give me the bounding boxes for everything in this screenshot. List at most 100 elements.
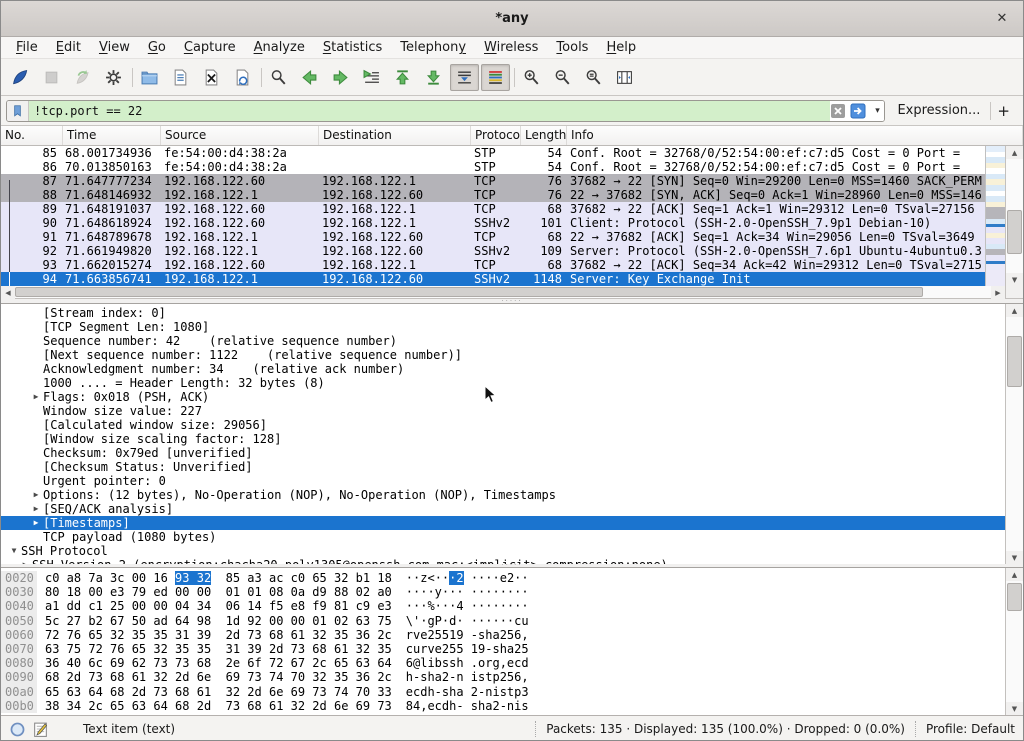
bookmark-icon[interactable] xyxy=(7,101,29,121)
hex-row[interactable]: 009068 2d 73 68 61 32 2d 6e 69 73 74 70 … xyxy=(1,670,1005,684)
menu-view[interactable]: View xyxy=(90,38,139,57)
detail-row[interactable]: Window size value: 227 xyxy=(1,404,1005,418)
detail-row[interactable]: Acknowledgment number: 34 (relative ack … xyxy=(1,362,1005,376)
column-header-time[interactable]: Time xyxy=(63,126,161,145)
expander-closed-icon[interactable]: ▶ xyxy=(29,488,43,502)
detail-row[interactable]: ▶[Timestamps] xyxy=(1,516,1005,530)
capture-comment-icon[interactable] xyxy=(32,721,49,738)
scroll-thumb[interactable] xyxy=(1007,583,1022,611)
expander-closed-icon[interactable]: ▶ xyxy=(29,502,43,516)
go-forward-icon[interactable] xyxy=(326,64,355,91)
packet-list-hscrollbar[interactable]: ◀ ▶ xyxy=(1,286,1023,299)
expander-closed-icon[interactable]: ▶ xyxy=(29,390,43,404)
packet-row[interactable]: 9071.648618924192.168.122.60192.168.122.… xyxy=(1,216,985,230)
go-last-icon[interactable] xyxy=(419,64,448,91)
hex-row[interactable]: 006072 76 65 32 35 35 31 39 2d 73 68 61 … xyxy=(1,628,1005,642)
add-filter-button[interactable]: + xyxy=(990,102,1018,120)
zoom-original-icon[interactable] xyxy=(579,64,608,91)
auto-scroll-icon[interactable] xyxy=(450,64,479,91)
column-header-info[interactable]: Info xyxy=(567,126,1023,145)
detail-row[interactable]: Sequence number: 42 (relative sequence n… xyxy=(1,334,1005,348)
close-file-icon[interactable] xyxy=(197,64,226,91)
scroll-up-icon[interactable]: ▲ xyxy=(1006,304,1023,317)
scroll-down-icon[interactable]: ▼ xyxy=(1006,702,1023,715)
detail-row[interactable]: Checksum: 0x79ed [unverified] xyxy=(1,446,1005,460)
scroll-up-icon[interactable]: ▲ xyxy=(1006,146,1023,159)
column-header-length[interactable]: Length xyxy=(521,126,567,145)
hscroll-thumb[interactable] xyxy=(15,287,923,297)
hex-row[interactable]: 0040a1 dd c1 25 00 00 04 34 06 14 f5 e8 … xyxy=(1,599,1005,613)
intelligent-scrollbar-minimap[interactable] xyxy=(985,146,1005,286)
go-first-icon[interactable] xyxy=(388,64,417,91)
packet-row[interactable]: 9471.663856741192.168.122.1192.168.122.6… xyxy=(1,272,985,286)
hex-row[interactable]: 00a065 63 64 68 2d 73 68 61 32 2d 6e 69 … xyxy=(1,685,1005,699)
expander-closed-icon[interactable]: ▶ xyxy=(29,516,43,530)
capture-options-icon[interactable] xyxy=(99,64,128,91)
expression-button[interactable]: Expression... xyxy=(885,103,990,118)
column-header-destination[interactable]: Destination xyxy=(319,126,471,145)
scroll-up-icon[interactable]: ▲ xyxy=(1006,568,1023,581)
packet-row[interactable]: 9371.662015274192.168.122.60192.168.122.… xyxy=(1,258,985,272)
menu-help[interactable]: Help xyxy=(597,38,645,57)
colorize-icon[interactable] xyxy=(481,64,510,91)
menu-go[interactable]: Go xyxy=(139,38,175,57)
expander-closed-icon[interactable]: ▶ xyxy=(18,558,32,564)
scroll-down-icon[interactable]: ▼ xyxy=(1006,551,1023,564)
packet-row[interactable]: 8971.648191037192.168.122.60192.168.122.… xyxy=(1,202,985,216)
details-vscrollbar[interactable]: ▲ ▼ xyxy=(1005,304,1023,564)
dropdown-caret-icon[interactable]: ▾ xyxy=(870,101,884,121)
menu-statistics[interactable]: Statistics xyxy=(314,38,391,57)
packet-row[interactable]: 9171.648789678192.168.122.1192.168.122.6… xyxy=(1,230,985,244)
go-back-icon[interactable] xyxy=(295,64,324,91)
detail-row[interactable]: [Next sequence number: 1122 (relative se… xyxy=(1,348,1005,362)
hex-row[interactable]: 0020c0 a8 7a 3c 00 16 93 32 85 a3 ac c0 … xyxy=(1,571,1005,585)
packet-counts[interactable]: Packets: 135 · Displayed: 135 (100.0%) ·… xyxy=(546,722,905,736)
start-capture-icon[interactable] xyxy=(6,64,35,91)
detail-row[interactable]: Urgent pointer: 0 xyxy=(1,474,1005,488)
find-packet-icon[interactable] xyxy=(264,64,293,91)
scroll-down-icon[interactable]: ▼ xyxy=(1006,273,1023,286)
menu-capture[interactable]: Capture xyxy=(175,38,245,57)
menu-tools[interactable]: Tools xyxy=(547,38,597,57)
expert-info-icon[interactable] xyxy=(9,721,26,738)
scroll-left-icon[interactable]: ◀ xyxy=(1,286,15,299)
hex-row[interactable]: 007063 75 72 76 65 32 35 35 31 39 2d 73 … xyxy=(1,642,1005,656)
hex-row[interactable]: 008036 40 6c 69 62 73 73 68 2e 6f 72 67 … xyxy=(1,656,1005,670)
packet-list-vscrollbar[interactable]: ▲ ▼ xyxy=(1005,146,1023,286)
detail-row[interactable]: ▶[SEQ/ACK analysis] xyxy=(1,502,1005,516)
detail-row[interactable]: 1000 .... = Header Length: 32 bytes (8) xyxy=(1,376,1005,390)
menu-wireless[interactable]: Wireless xyxy=(475,38,547,57)
hex-row[interactable]: 00505c 27 b2 67 50 ad 64 98 1d 92 00 00 … xyxy=(1,614,1005,628)
scroll-track[interactable] xyxy=(1006,581,1023,702)
detail-row[interactable]: ▶Flags: 0x018 (PSH, ACK) xyxy=(1,390,1005,404)
packet-row[interactable]: 8568.001734936fe:54:00:d4:38:2aSTP54Conf… xyxy=(1,146,985,160)
display-filter-field[interactable]: !tcp.port == 22 ▾ xyxy=(6,100,885,122)
detail-row[interactable]: [TCP Segment Len: 1080] xyxy=(1,320,1005,334)
apply-filter-icon[interactable] xyxy=(850,103,868,119)
expander-open-icon[interactable]: ▼ xyxy=(7,544,21,558)
scroll-thumb[interactable] xyxy=(1007,210,1022,253)
reload-file-icon[interactable] xyxy=(228,64,257,91)
packet-row[interactable]: 9271.661949820192.168.122.1192.168.122.6… xyxy=(1,244,985,258)
detail-row[interactable]: [Window size scaling factor: 128] xyxy=(1,432,1005,446)
close-icon[interactable]: ✕ xyxy=(993,10,1011,28)
detail-row[interactable]: TCP payload (1080 bytes) xyxy=(1,530,1005,544)
zoom-out-icon[interactable] xyxy=(548,64,577,91)
packet-row[interactable]: 8670.013850163fe:54:00:d4:38:2aSTP54Conf… xyxy=(1,160,985,174)
scroll-track[interactable] xyxy=(1006,317,1023,551)
menu-telephony[interactable]: Telephony xyxy=(391,38,475,57)
packet-row[interactable]: 8871.648146932192.168.122.1192.168.122.6… xyxy=(1,188,985,202)
detail-row[interactable]: ▶Options: (12 bytes), No-Operation (NOP)… xyxy=(1,488,1005,502)
resize-columns-icon[interactable] xyxy=(610,64,639,91)
open-file-icon[interactable] xyxy=(135,64,164,91)
menu-edit[interactable]: Edit xyxy=(47,38,90,57)
detail-row[interactable]: [Stream index: 0] xyxy=(1,306,1005,320)
title-bar[interactable]: *any ✕ xyxy=(1,1,1023,37)
filter-input[interactable]: !tcp.port == 22 xyxy=(29,101,830,121)
column-header-no[interactable]: No. xyxy=(1,126,63,145)
detail-row[interactable]: [Checksum Status: Unverified] xyxy=(1,460,1005,474)
detail-row[interactable]: ▼SSH Protocol xyxy=(1,544,1005,558)
menu-file[interactable]: File xyxy=(7,38,47,57)
clear-filter-icon[interactable] xyxy=(830,103,848,119)
hscroll-track[interactable] xyxy=(15,286,991,298)
